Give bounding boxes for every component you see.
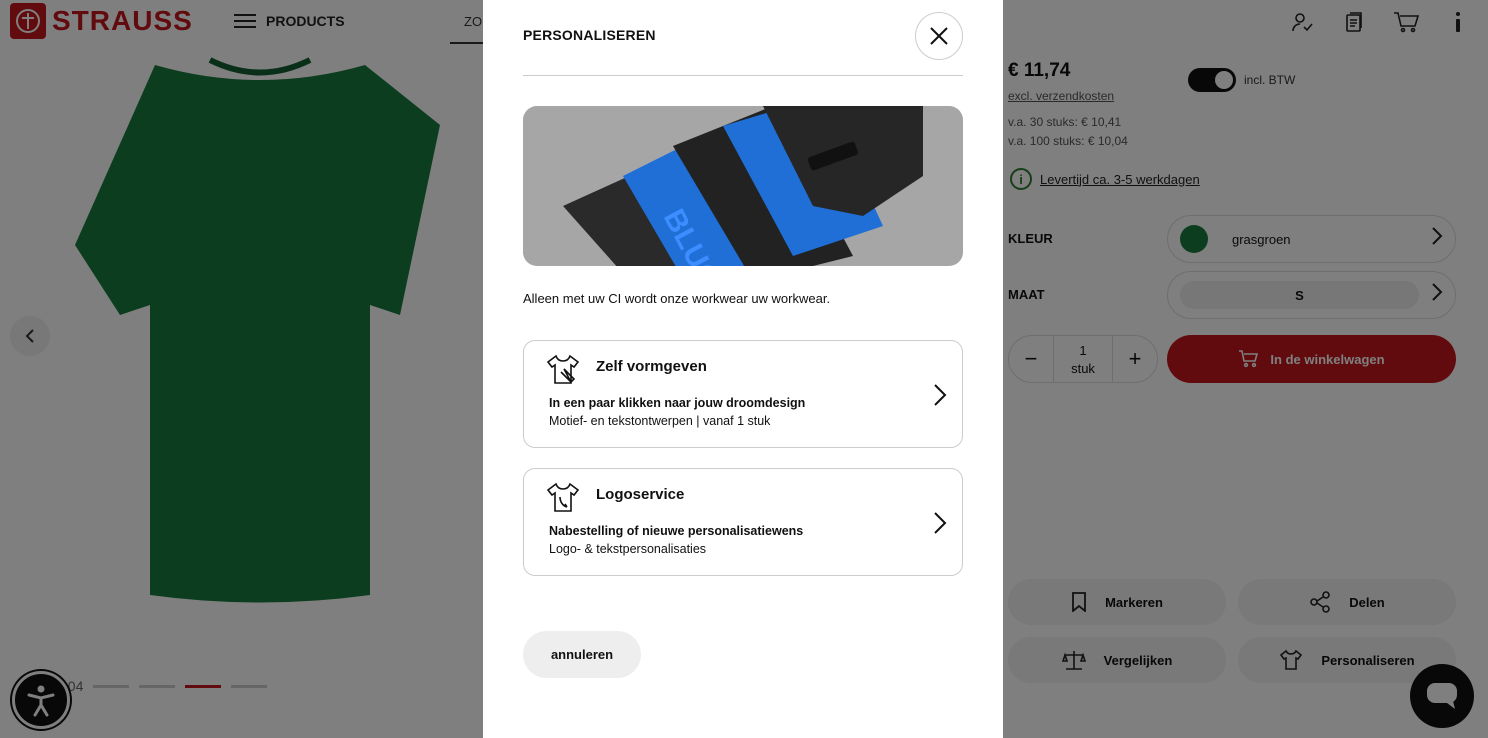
option-title: Logoservice	[596, 486, 685, 503]
shirt-design-icon	[546, 353, 580, 387]
close-icon	[930, 27, 948, 45]
chevron-right-icon	[928, 381, 952, 409]
modal-divider	[523, 75, 963, 76]
option-title: Zelf vormgeven	[596, 358, 707, 375]
close-button[interactable]	[915, 12, 963, 60]
chevron-right-icon	[928, 509, 952, 537]
option-bold-text: Nabestelling of nieuwe personalisatiewen…	[549, 524, 804, 538]
modal-intro: Alleen met uw CI wordt onze workwear uw …	[523, 291, 831, 306]
option-subtext: Logo- & tekstpersonalisaties	[549, 542, 707, 556]
option-bold-text: In een paar klikken naar jouw droomdesig…	[549, 396, 806, 410]
option-card-logoservice[interactable]: Logoservice Nabestelling of nieuwe perso…	[523, 468, 963, 576]
personalize-modal: PERSONALISEREN BLUGAS Alleen met uw CI w…	[483, 0, 1003, 738]
option-subtext: Motief- en tekstontwerpen | vanaf 1 stuk	[549, 414, 771, 428]
personalization-hero-image: BLUGAS	[523, 106, 963, 266]
option-card-self-design[interactable]: Zelf vormgeven In een paar klikken naar …	[523, 340, 963, 448]
cancel-button[interactable]: annuleren	[523, 631, 641, 678]
modal-title: PERSONALISEREN	[523, 27, 656, 43]
shirt-logo-icon	[546, 481, 580, 515]
